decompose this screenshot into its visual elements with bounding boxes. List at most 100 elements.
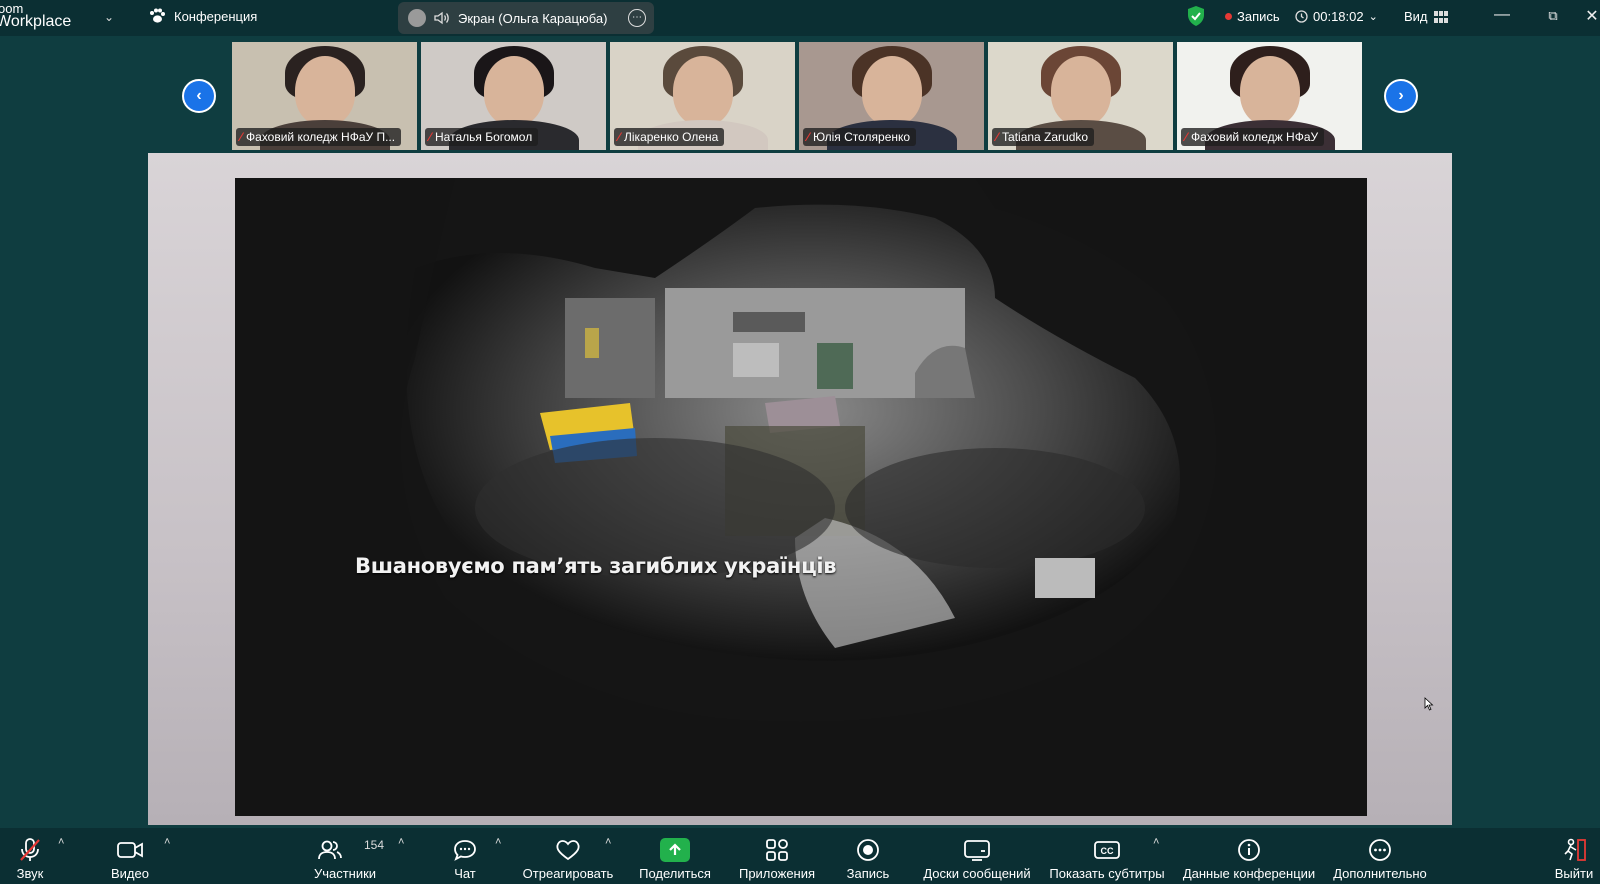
meeting-timer[interactable]: 00:18:02 ⌄ bbox=[1295, 9, 1378, 24]
captions-label: Показать субтитры bbox=[1049, 866, 1165, 881]
captions-button[interactable]: CC Показать субтитры bbox=[1048, 828, 1166, 884]
video-frame-image bbox=[235, 178, 1367, 816]
share-label: Поделиться bbox=[639, 866, 711, 881]
top-bar: oom Workplace ⌄ Конференция Экран (Ольга… bbox=[0, 0, 1600, 36]
leave-label: Выйти bbox=[1554, 866, 1594, 881]
close-icon[interactable]: ✕ bbox=[1580, 6, 1600, 26]
apps-label: Приложения bbox=[738, 866, 816, 881]
participant-name-tag: ⁄ Наталья Богомол bbox=[425, 128, 539, 146]
chat-options-chevron-icon[interactable]: ˄ bbox=[495, 836, 501, 848]
participant-name: Tatiana Zarudko bbox=[1002, 130, 1089, 144]
conference-tab[interactable]: Конференция bbox=[148, 8, 257, 24]
whiteboard-icon bbox=[962, 836, 992, 864]
meeting-info-label: Данные конференции bbox=[1182, 866, 1316, 881]
participant-name-tag: ⁄ Tatiana Zarudko bbox=[992, 128, 1095, 146]
view-label: Вид bbox=[1404, 9, 1428, 24]
chat-label: Чат bbox=[454, 866, 476, 881]
participant-face bbox=[861, 56, 922, 126]
leave-button[interactable]: Выйти bbox=[1554, 828, 1594, 884]
participant-thumbnail[interactable]: ⁄ Фаховий коледж НФаУ bbox=[1177, 42, 1362, 150]
paw-icon bbox=[150, 8, 165, 23]
participant-thumbnail[interactable]: ⁄ Наталья Богомол bbox=[421, 42, 606, 150]
mic-muted-icon: ⁄ bbox=[240, 130, 243, 144]
prev-page-button[interactable]: ‹ bbox=[182, 79, 216, 113]
info-icon bbox=[1234, 836, 1264, 864]
participant-thumbnail[interactable]: ⁄ Лікаренко Олена bbox=[610, 42, 795, 150]
leave-icon bbox=[1559, 836, 1589, 864]
participant-name: Лікаренко Олена bbox=[624, 130, 719, 144]
share-label: Экран (Ольга Карацюба) bbox=[458, 10, 608, 26]
recording-label: Запись bbox=[1237, 9, 1280, 24]
participants-button[interactable]: Участники bbox=[310, 828, 380, 884]
timer-value: 00:18:02 bbox=[1313, 9, 1364, 24]
participant-face bbox=[294, 56, 355, 126]
whiteboards-button[interactable]: Доски сообщений bbox=[920, 828, 1034, 884]
participant-name-tag: ⁄ Фаховий коледж НФаУ bbox=[1181, 128, 1325, 146]
participant-name-tag: ⁄ Лікаренко Олена bbox=[614, 128, 725, 146]
conference-label: Конференция bbox=[174, 8, 258, 24]
view-button[interactable]: Вид bbox=[1404, 9, 1448, 24]
recording-status[interactable]: Запись bbox=[1225, 9, 1280, 24]
video-button[interactable]: Видео bbox=[108, 828, 152, 884]
mic-muted-icon bbox=[15, 836, 45, 864]
restore-icon[interactable]: ⧉ bbox=[1541, 8, 1565, 24]
record-button[interactable]: Запись bbox=[846, 828, 890, 884]
app-menu-chevron-icon[interactable]: ⌄ bbox=[104, 10, 114, 24]
sharer-avatar bbox=[408, 9, 426, 27]
apps-icon bbox=[762, 836, 792, 864]
shared-video: Вшановуємо пам’ять загиблих українців bbox=[235, 178, 1367, 816]
react-button[interactable]: Отреагировать bbox=[522, 828, 614, 884]
audio-button[interactable]: Звук bbox=[12, 828, 48, 884]
record-icon bbox=[853, 836, 883, 864]
video-options-chevron-icon[interactable]: ˄ bbox=[164, 836, 170, 848]
participant-face bbox=[1239, 56, 1300, 126]
participants-options-chevron-icon[interactable]: ˄ bbox=[398, 836, 404, 848]
participant-name: Юлія Столяренко bbox=[813, 130, 911, 144]
app-title-line2: Workplace bbox=[0, 13, 72, 30]
participant-name: Фаховий коледж НФаУ bbox=[1191, 130, 1319, 144]
share-button[interactable]: Поделиться bbox=[638, 828, 712, 884]
mic-muted-icon: ⁄ bbox=[1185, 130, 1188, 144]
participant-thumbnail[interactable]: ⁄ Фаховий коледж НФаУ П... bbox=[232, 42, 417, 150]
participant-thumbnail[interactable]: ⁄ Tatiana Zarudko bbox=[988, 42, 1173, 150]
recording-dot-icon bbox=[1225, 13, 1232, 20]
chevron-left-icon: ‹ bbox=[184, 81, 214, 111]
app-title: oom Workplace bbox=[0, 0, 80, 36]
participant-face bbox=[1050, 56, 1111, 126]
screen-share-indicator[interactable]: Экран (Ольга Карацюба) ⋯ bbox=[398, 2, 654, 34]
react-options-chevron-icon[interactable]: ˄ bbox=[605, 836, 611, 848]
whiteboards-label: Доски сообщений bbox=[923, 866, 1031, 881]
meeting-toolbar: Звук ˄ Видео ˄ Участники 154 ˄ Чат ˄ Отр… bbox=[0, 828, 1600, 884]
meeting-info-button[interactable]: Данные конференции bbox=[1180, 828, 1318, 884]
video-label: Видео bbox=[111, 866, 149, 881]
apps-button[interactable]: Приложения bbox=[736, 828, 818, 884]
more-options-icon[interactable]: ⋯ bbox=[628, 9, 646, 27]
audio-label: Звук bbox=[16, 866, 44, 881]
clock-icon bbox=[1295, 10, 1308, 23]
heart-icon bbox=[553, 836, 583, 864]
mic-muted-icon: ⁄ bbox=[618, 130, 621, 144]
mic-muted-icon: ⁄ bbox=[429, 130, 432, 144]
chat-icon bbox=[450, 836, 480, 864]
security-shield-icon[interactable] bbox=[1186, 5, 1206, 27]
audio-options-chevron-icon[interactable]: ˄ bbox=[58, 836, 64, 848]
timer-chevron-icon: ⌄ bbox=[1368, 11, 1378, 23]
participant-name-tag: ⁄ Юлія Столяренко bbox=[803, 128, 917, 146]
more-label: Дополнительно bbox=[1333, 866, 1427, 881]
captions-options-chevron-icon[interactable]: ˄ bbox=[1153, 836, 1159, 848]
more-button[interactable]: Дополнительно bbox=[1330, 828, 1430, 884]
participant-strip: ⁄ Фаховий коледж НФаУ П... ⁄ Наталья Богомо… bbox=[232, 42, 1368, 150]
more-icon bbox=[1365, 836, 1395, 864]
minimize-icon[interactable]: — bbox=[1490, 6, 1514, 24]
video-caption: Вшановуємо пам’ять загиблих українців bbox=[355, 554, 837, 578]
chat-button[interactable]: Чат bbox=[450, 828, 480, 884]
participant-name-tag: ⁄ Фаховий коледж НФаУ П... bbox=[236, 128, 402, 146]
react-label: Отреагировать bbox=[522, 866, 614, 881]
share-screen-icon bbox=[660, 836, 690, 864]
next-page-button[interactable]: › bbox=[1384, 79, 1418, 113]
participants-label: Участники bbox=[313, 866, 377, 881]
participant-name: Наталья Богомол bbox=[435, 130, 533, 144]
participant-face bbox=[483, 56, 544, 126]
mic-muted-icon: ⁄ bbox=[807, 130, 810, 144]
participant-thumbnail[interactable]: ⁄ Юлія Столяренко bbox=[799, 42, 984, 150]
